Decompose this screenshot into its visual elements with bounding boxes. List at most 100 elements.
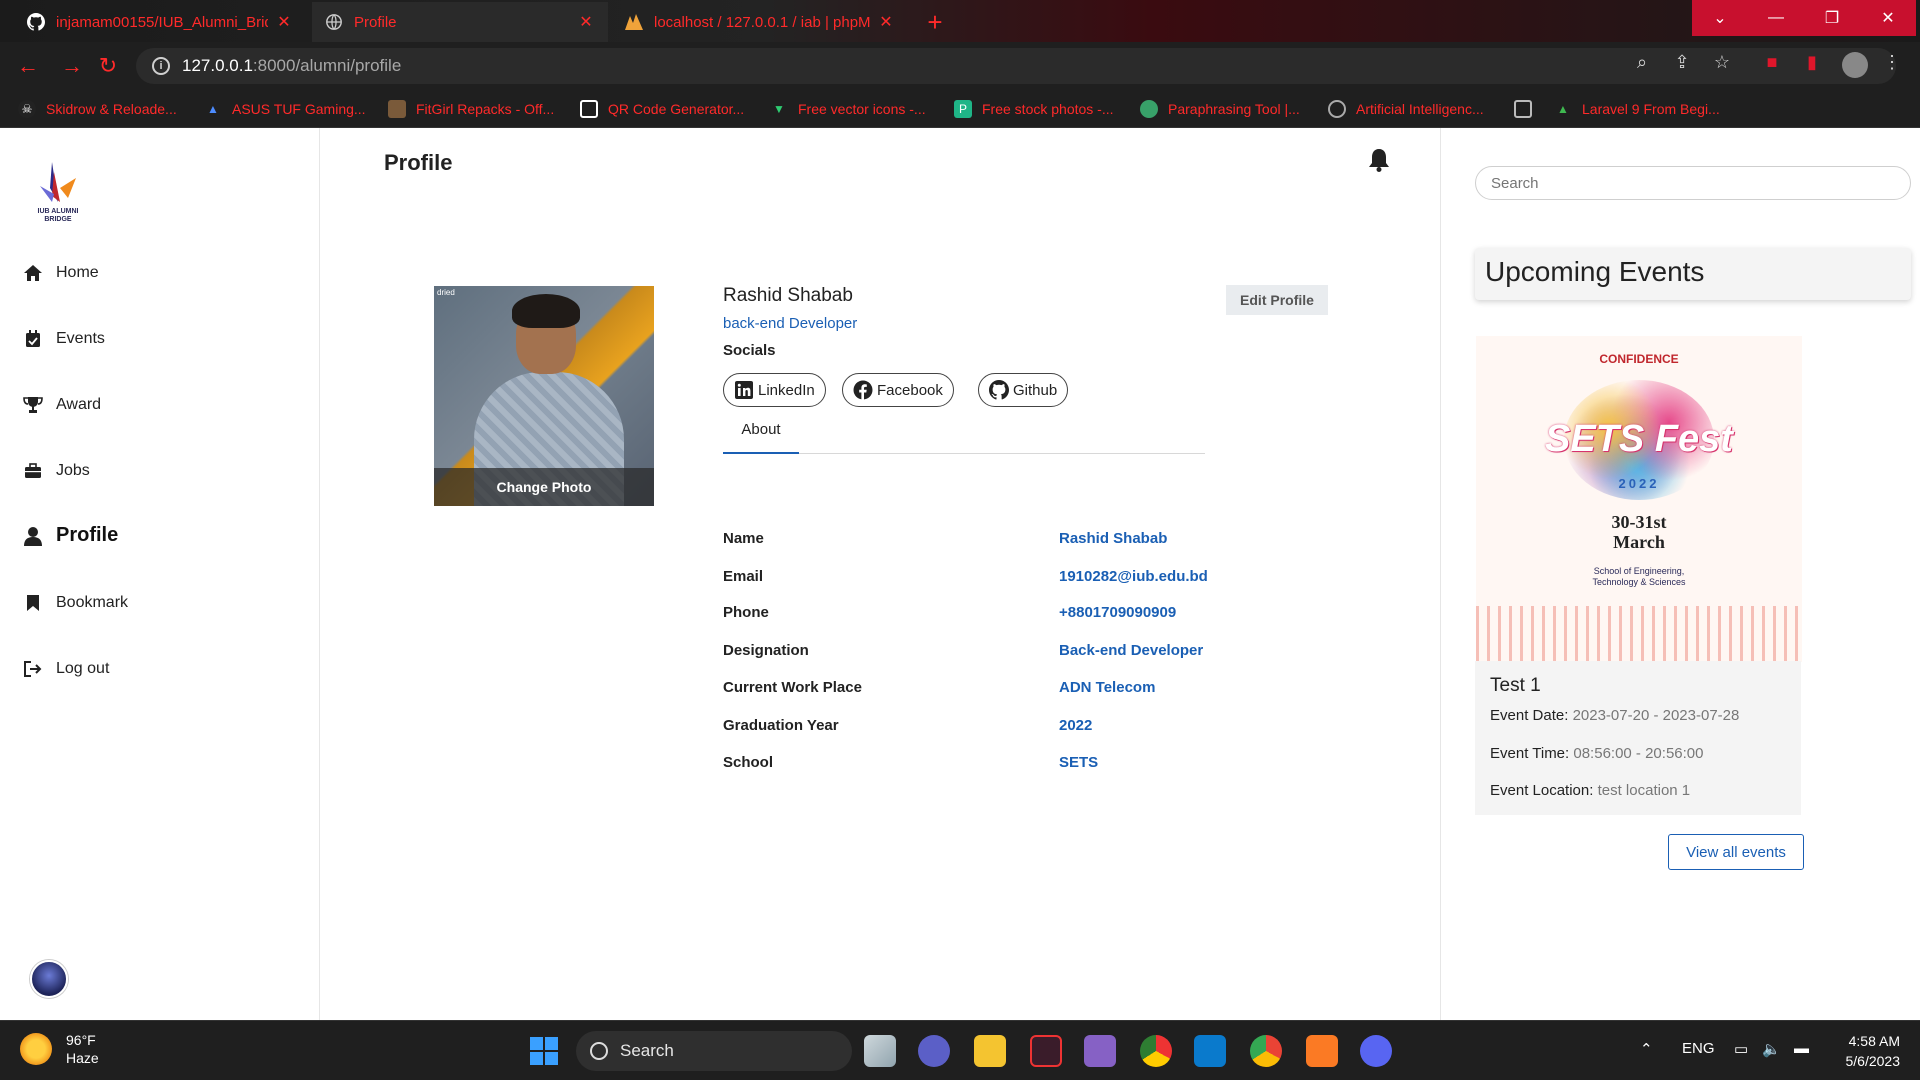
weather-temp: 96°F <box>66 1032 96 1048</box>
vector-icon: ▼ <box>773 102 785 116</box>
tab-about[interactable]: About <box>723 418 799 454</box>
bookmark-paraphrasing[interactable]: Paraphrasing Tool |... <box>1140 98 1300 120</box>
haze-sun-icon <box>20 1033 52 1065</box>
site-info-icon[interactable]: i <box>152 57 170 75</box>
github-button[interactable]: Github <box>978 373 1069 407</box>
sidebar-item-label: Home <box>56 264 99 281</box>
zoom-icon[interactable]: ⌕ <box>1630 52 1654 76</box>
profile-name: Rashid Shabab <box>723 285 853 306</box>
facebook-button[interactable]: Facebook <box>842 373 954 407</box>
facebook-icon <box>853 380 873 400</box>
sidebar-item-award[interactable]: Award <box>22 394 101 416</box>
iub-alumni-logo[interactable]: IUB ALUMNI BRIDGE <box>30 158 86 226</box>
sidebar-item-events[interactable]: Events <box>22 328 105 350</box>
task-view-icon[interactable] <box>864 1035 896 1067</box>
bookmark-stock-photos[interactable]: P Free stock photos -... <box>954 98 1114 120</box>
bookmark-label: Paraphrasing Tool |... <box>1168 101 1300 117</box>
discord-icon[interactable] <box>1360 1035 1392 1067</box>
social-label: Github <box>1013 381 1058 399</box>
bookmark-label: Laravel 9 From Begi... <box>1582 101 1720 117</box>
detail-key: Phone <box>723 604 769 621</box>
new-tab-button[interactable]: + <box>920 8 950 38</box>
close-window-button[interactable]: ✕ <box>1860 0 1916 36</box>
search-input[interactable] <box>1475 166 1911 200</box>
app-icon[interactable] <box>1030 1035 1062 1067</box>
detail-value: SETS <box>1059 754 1099 771</box>
photos-icon: P <box>954 100 972 118</box>
user-icon <box>22 525 44 547</box>
sidebar-item-bookmark[interactable]: Bookmark <box>22 592 128 614</box>
poster-school-line2: Technology & Sciences <box>1592 577 1686 587</box>
tab-title: injamam00155/IUB_Alumni_Bridge <box>56 13 268 31</box>
sidebar-item-jobs[interactable]: Jobs <box>22 460 90 482</box>
linkedin-icon <box>734 380 754 400</box>
restore-button[interactable]: ❐ <box>1804 0 1860 36</box>
poster-school-line1: School of Engineering, <box>1593 566 1685 576</box>
vscode-icon[interactable] <box>1194 1035 1226 1067</box>
bookmark-asus[interactable]: ▲ ASUS TUF Gaming... <box>204 98 366 120</box>
event-card: Test 1 Event Date: 2023-07-20 - 2023-07-… <box>1475 661 1801 815</box>
bookmark-folder[interactable] <box>1514 98 1542 120</box>
logo-mark-icon <box>40 162 76 202</box>
bookmark-fitgirl[interactable]: FitGirl Repacks - Off... <box>388 98 554 120</box>
menu-kebab-icon[interactable]: ⋮ <box>1880 52 1904 76</box>
windows-start-icon[interactable] <box>528 1035 560 1067</box>
forward-arrow-icon[interactable]: → <box>58 52 86 80</box>
search-icon <box>590 1042 608 1060</box>
profile-avatar-icon[interactable] <box>1842 52 1868 78</box>
taskbar-search-label: Search <box>620 1041 674 1060</box>
event-poster[interactable]: CONFIDENCE SETS Fest 2022 30-31st March … <box>1476 336 1802 662</box>
view-all-events-button[interactable]: View all events <box>1668 834 1804 870</box>
sidebar-item-logout[interactable]: Log out <box>22 658 109 680</box>
back-arrow-icon[interactable]: ← <box>14 52 42 80</box>
clock-time: 4:58 AM <box>1848 1033 1900 1049</box>
star-icon[interactable]: ☆ <box>1710 52 1734 76</box>
browser-tab-bar: injamam00155/IUB_Alumni_Bridge ✕ Profile… <box>0 0 1920 42</box>
tab-phpmyadmin[interactable]: localhost / 127.0.0.1 / iab | phpMyAdmin… <box>612 2 908 42</box>
tab-github-repo[interactable]: injamam00155/IUB_Alumni_Bridge ✕ <box>14 2 306 42</box>
close-icon[interactable]: ✕ <box>576 12 596 32</box>
sidebar-item-label: Bookmark <box>56 594 129 611</box>
chevron-up-icon[interactable]: ⌃ <box>1640 1040 1653 1058</box>
edit-profile-button[interactable]: Edit Profile <box>1226 285 1328 315</box>
battery-icon[interactable]: ▬ <box>1794 1040 1809 1057</box>
sidebar-item-home[interactable]: Home <box>22 262 99 284</box>
bookmark-skidrow[interactable]: ☠ Skidrow & Reloade... <box>18 98 177 120</box>
sidepanel-icon[interactable]: ▮ <box>1800 52 1824 76</box>
chrome-canary-icon[interactable] <box>1140 1035 1172 1067</box>
volume-icon[interactable]: 🔈 <box>1762 1040 1781 1058</box>
change-photo-button[interactable]: Change Photo <box>434 468 654 506</box>
taskbar-search[interactable]: Search <box>576 1031 852 1071</box>
xampp-icon[interactable] <box>1306 1035 1338 1067</box>
share-icon[interactable]: ⇪ <box>1670 52 1694 76</box>
extension-icon[interactable]: ■ <box>1760 52 1784 76</box>
sidebar-item-profile[interactable]: Profile <box>22 524 118 547</box>
detail-key: Email <box>723 568 764 585</box>
teams-chat-icon[interactable] <box>918 1035 950 1067</box>
minimize-button[interactable]: — <box>1748 0 1804 36</box>
language-indicator[interactable]: ENG <box>1682 1040 1715 1057</box>
file-explorer-icon[interactable] <box>974 1035 1006 1067</box>
socials-label: Socials <box>723 342 776 359</box>
close-icon[interactable]: ✕ <box>876 12 896 32</box>
detail-value: 1910282@iub.edu.bd <box>1059 568 1208 585</box>
tab-profile[interactable]: Profile ✕ <box>312 2 608 42</box>
logo-text: IUB ALUMNI BRIDGE <box>37 208 79 223</box>
tab-search-chevron-icon[interactable]: ⌄ <box>1692 0 1748 36</box>
weather-widget[interactable]: 96°F Haze <box>20 1031 99 1067</box>
bell-icon[interactable] <box>1368 148 1392 174</box>
bookmark-qr[interactable]: QR Code Generator... <box>580 98 744 120</box>
bookmark-laravel[interactable]: ▲ Laravel 9 From Begi... <box>1554 98 1720 120</box>
bookmark-ai[interactable]: Artificial Intelligenc... <box>1328 98 1484 120</box>
chrome-icon[interactable] <box>1250 1035 1282 1067</box>
network-icon[interactable]: ▭ <box>1734 1040 1748 1058</box>
visual-studio-icon[interactable] <box>1084 1035 1116 1067</box>
linkedin-button[interactable]: LinkedIn <box>723 373 826 407</box>
bookmark-vector-icons[interactable]: ▼ Free vector icons -... <box>770 98 926 120</box>
reload-icon[interactable]: ↻ <box>94 52 122 80</box>
user-avatar[interactable] <box>30 960 68 998</box>
system-clock[interactable]: 4:58 AM 5/6/2023 <box>1830 1031 1901 1071</box>
event-time-label: Event Time: <box>1490 745 1570 762</box>
photo-tag: dried <box>437 288 455 297</box>
close-icon[interactable]: ✕ <box>274 12 294 32</box>
